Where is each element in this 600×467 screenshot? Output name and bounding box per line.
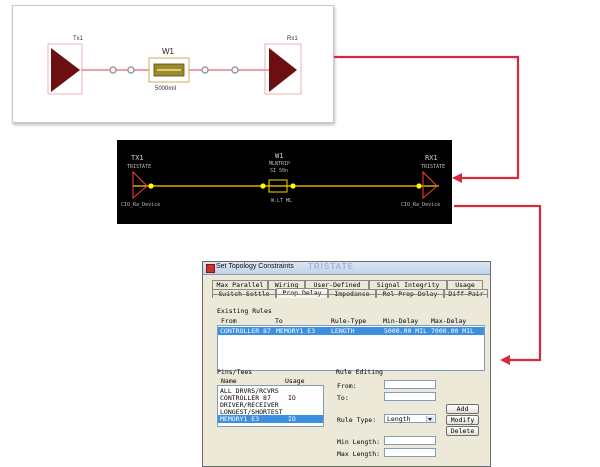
from-label: From: xyxy=(337,382,357,390)
rule-type-label: Rule Type: xyxy=(337,416,377,424)
chevron-down-icon[interactable] xyxy=(426,416,434,422)
rule-type: LENGTH xyxy=(331,327,355,335)
col-header-min-delay: Min-Delay xyxy=(383,317,419,325)
pins-tees-label: Pins/Tees xyxy=(217,368,253,376)
list-item-selected[interactable]: MEMORY1 E3 IO xyxy=(218,415,323,423)
col-header-max-delay: Max-Delay xyxy=(431,317,467,325)
tab-max-parallel[interactable]: Max Parallel xyxy=(212,280,268,289)
dialog-titlebar[interactable]: Set Topology Constraints TRISTATE xyxy=(203,262,490,275)
existing-rules-list[interactable]: CONTROLLER 87 MEMORY1 E3 LENGTH 5000.00 … xyxy=(217,325,485,371)
tab-usage[interactable]: Usage xyxy=(447,280,483,289)
rule-to: MEMORY1 E3 xyxy=(276,327,316,335)
min-length-field[interactable] xyxy=(384,436,436,445)
add-button[interactable]: Add xyxy=(446,404,479,414)
arrow-white-to-black xyxy=(334,55,520,180)
delete-button[interactable]: Delete xyxy=(446,426,479,436)
modify-button[interactable]: Modify xyxy=(446,415,479,425)
col-header-to: To xyxy=(275,317,283,325)
tab-signal-integrity[interactable]: Signal Integrity xyxy=(369,280,447,289)
to-field[interactable] xyxy=(384,392,436,401)
col-header-name: Name xyxy=(221,377,237,385)
table-row[interactable]: CONTROLLER 87 MEMORY1 E3 LENGTH 5000.00 … xyxy=(218,327,484,335)
rule-type-select[interactable]: Length xyxy=(384,414,436,423)
arrowhead-icon xyxy=(500,355,510,365)
rule-type-value: Length xyxy=(387,415,411,423)
to-label: To: xyxy=(337,394,349,402)
rule-editing-label: Rule Editing xyxy=(336,368,383,376)
set-topology-constraints-dialog: Set Topology Constraints TRISTATE Max Pa… xyxy=(202,261,491,467)
pin-usage: IO xyxy=(288,394,296,402)
min-length-label: Min Length: xyxy=(337,438,381,446)
max-length-label: Max Length: xyxy=(337,450,381,458)
col-header-from: From xyxy=(221,317,237,325)
rule-min-delay: 5000.00 MIL xyxy=(384,327,428,335)
existing-rules-label: Existing Rules xyxy=(217,307,272,315)
pin-usage: IO xyxy=(288,415,296,423)
app-icon xyxy=(206,264,215,273)
rule-max-delay: 7000.00 MIL xyxy=(431,327,475,335)
from-field[interactable] xyxy=(384,380,436,389)
rule-from: CONTROLLER 87 xyxy=(220,327,271,335)
col-header-rule-type: Rule-Type xyxy=(331,317,367,325)
col-header-usage: Usage xyxy=(285,377,305,385)
watermark-text: TRISTATE xyxy=(308,262,354,271)
dialog-title: Set Topology Constraints xyxy=(216,263,294,270)
pin-name: MEMORY1 E3 xyxy=(220,415,260,423)
arrowhead-icon xyxy=(452,173,462,183)
pins-tees-list[interactable]: ALL DRVRS/RCVRS CONTROLLER 87 IO DRIVER/… xyxy=(217,385,324,427)
max-length-field[interactable] xyxy=(384,448,436,457)
